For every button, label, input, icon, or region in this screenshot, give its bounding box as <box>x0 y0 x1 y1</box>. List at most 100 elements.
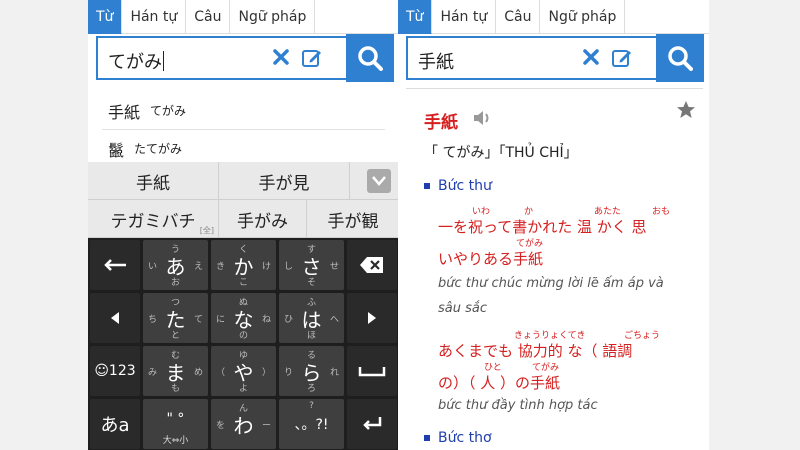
phone-screen-right: Từ Hán tự Câu Ngữ pháp 手紙 手紙 「 てがみ」「THỦ … <box>398 0 709 450</box>
kana-key-a[interactable]: あ う い え お <box>143 240 208 290</box>
key-hint-bottom: ろ <box>306 384 316 394</box>
example-translation: bức thư đầy tình hợp tác <box>438 398 598 413</box>
meaning-heading: Bức thư <box>424 178 492 194</box>
candidate-item[interactable]: テガミバチ [全] <box>88 200 219 238</box>
undo-key[interactable] <box>90 240 140 290</box>
example-sentence: あくまでも 協力的 な（ 語調 <box>438 342 633 360</box>
space-icon <box>358 367 386 377</box>
kana-key-wa[interactable]: わ ん を ー <box>211 399 276 449</box>
arrow-right-icon <box>368 312 376 324</box>
phone-screen-left: Từ Hán tự Câu Ngữ pháp てがみ 手紙 てがみ 鬣 たてがみ… <box>88 0 399 450</box>
search-input[interactable]: 手紙 <box>406 36 656 80</box>
example-sentence: いやりある手紙 <box>438 250 544 268</box>
key-hint-bottom: こ <box>238 278 248 288</box>
tab-bar: Từ Hán tự Câu Ngữ pháp <box>398 0 709 34</box>
candidate-item[interactable]: 手がみ <box>219 200 307 238</box>
kana-key-ra[interactable]: ら る り れ ろ <box>279 346 344 396</box>
tab-tu[interactable]: Từ <box>398 0 433 34</box>
key-hint-bottom: そ <box>306 278 316 288</box>
arrow-left-icon <box>111 312 119 324</box>
candidate-expand-button[interactable] <box>367 169 391 193</box>
tab-ngu-phap[interactable]: Ngữ pháp <box>230 0 316 34</box>
suggestion-kana: たてがみ <box>134 142 183 156</box>
candidate-item[interactable]: 手が見 <box>219 162 350 200</box>
tab-cau[interactable]: Câu <box>496 0 541 34</box>
enter-key[interactable] <box>347 399 397 449</box>
kana-key-ya[interactable]: や ゆ （ ） よ <box>211 346 276 396</box>
star-icon[interactable] <box>676 100 696 120</box>
close-icon[interactable] <box>580 46 602 68</box>
search-button[interactable] <box>656 34 704 82</box>
left-margin <box>0 0 88 450</box>
bullet <box>424 183 430 189</box>
dakuten-key[interactable]: " ° 大⇔小 <box>143 399 208 449</box>
search-bar: 手紙 <box>398 34 709 82</box>
kana-key-ma[interactable]: ま む み め も <box>143 346 208 396</box>
example-sentence: の）（ 人 ）の手紙 <box>438 374 561 392</box>
tab-tu[interactable]: Từ <box>88 0 123 34</box>
divider <box>406 88 703 89</box>
candidate-row: 手紙 手が見 <box>88 162 399 200</box>
search-icon <box>668 46 693 71</box>
kana-key-ka[interactable]: か く き け こ <box>211 240 276 290</box>
tab-bar-fill <box>625 0 709 34</box>
example-translation: sâu sắc <box>438 301 487 316</box>
entry-reading: 「 てがみ」「THỦ CHỈ」 <box>424 145 578 161</box>
bullet <box>424 435 430 441</box>
key-hint-top: ? <box>309 401 314 411</box>
space-key[interactable] <box>347 346 397 396</box>
candidate-tag: [全] <box>199 226 214 235</box>
search-icon <box>358 46 383 71</box>
tab-cau[interactable]: Câu <box>186 0 231 34</box>
suggestion-list: 手紙 てがみ 鬣 たてがみ <box>88 92 399 168</box>
mode-key-label: あa <box>100 415 130 436</box>
backspace-icon <box>360 257 383 273</box>
cursor-right-key[interactable] <box>347 293 397 343</box>
punctuation-key[interactable]: 、。?! ? <box>279 399 344 449</box>
suggestion-kanji: 鬣 <box>108 140 125 160</box>
suggestion-kanji: 手紙 <box>108 102 141 122</box>
suggestion-kana: てがみ <box>150 104 187 118</box>
tab-ngu-phap[interactable]: Ngữ pháp <box>540 0 626 34</box>
search-query: 手紙 <box>418 52 454 73</box>
flick-keyboard: ☺123 あa あ う い え お か く き け こ さ す し せ そ た … <box>88 238 399 450</box>
search-input[interactable]: てがみ <box>96 36 346 80</box>
key-hint-bottom: ほ <box>306 331 316 341</box>
cursor-left-key[interactable] <box>90 293 140 343</box>
key-hint-bottom: よ <box>238 384 248 394</box>
input-mode-key[interactable]: あa <box>90 399 140 449</box>
key-main: 、。?! <box>294 417 329 433</box>
edit-icon[interactable] <box>610 46 634 70</box>
emoji-key-label: ☺123 <box>94 363 136 379</box>
kana-key-ta[interactable]: た つ ち て と <box>143 293 208 343</box>
backspace-key[interactable] <box>347 240 397 290</box>
key-sub-label: 大⇔小 <box>162 436 189 446</box>
candidate-row: テガミバチ [全] 手がみ 手が観 <box>88 200 399 238</box>
candidate-item[interactable]: 手が観 <box>307 200 399 238</box>
kana-key-na[interactable]: な ぬ に ね の <box>211 293 276 343</box>
candidate-item[interactable]: 手紙 <box>88 162 219 200</box>
key-hint-right: ー <box>261 420 271 431</box>
meaning-label: Bức thơ <box>438 430 492 446</box>
meaning-label: Bức thư <box>438 178 492 194</box>
kana-key-ha[interactable]: は ふ ひ へ ほ <box>279 293 344 343</box>
example-sentence: 一を祝って書かれた 温 かく 思 <box>438 218 647 236</box>
list-item[interactable]: 手紙 てがみ <box>102 92 385 130</box>
speaker-icon[interactable] <box>472 108 492 128</box>
search-query: てがみ <box>108 51 164 73</box>
tab-han-tu[interactable]: Hán tự <box>432 0 497 34</box>
tab-han-tu[interactable]: Hán tự <box>122 0 187 34</box>
example-translation: bức thư chúc mừng lời lẽ ấm áp và <box>438 276 664 291</box>
key-hint-bottom: も <box>170 384 180 394</box>
close-icon[interactable] <box>270 46 292 68</box>
search-button[interactable] <box>346 34 394 82</box>
right-margin <box>708 0 800 450</box>
edit-icon[interactable] <box>300 46 324 70</box>
key-main: " ° <box>166 411 185 427</box>
search-bar: てがみ <box>88 34 399 82</box>
kana-key-sa[interactable]: さ す し せ そ <box>279 240 344 290</box>
key-hint-bottom: と <box>170 331 180 341</box>
emoji-symbol-key[interactable]: ☺123 <box>90 346 140 396</box>
chevron-down-icon <box>372 176 386 186</box>
key-hint-bottom: お <box>170 278 180 288</box>
